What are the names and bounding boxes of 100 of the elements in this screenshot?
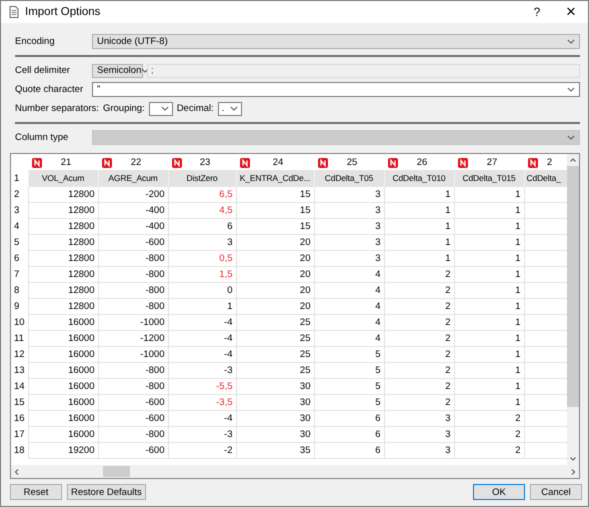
table-cell: 19200 xyxy=(28,442,98,458)
table-cell: 2 xyxy=(454,426,524,442)
table-cell: -600 xyxy=(98,394,168,410)
table-cell: 1 xyxy=(454,378,524,394)
column-index: 26 xyxy=(416,156,428,170)
table-cell: 1 xyxy=(454,362,524,378)
field-label: Quote character xyxy=(15,84,84,95)
scroll-down-icon[interactable] xyxy=(569,455,577,463)
table-cell: -400 xyxy=(98,218,168,234)
table-cell: 1 xyxy=(454,314,524,330)
table-cell: 25 xyxy=(236,314,314,330)
column-header: CdDelta_T010 xyxy=(384,170,454,186)
table-cell: 1 xyxy=(454,218,524,234)
table-cell: 1 xyxy=(454,186,524,202)
dialog-button[interactable]: OK xyxy=(473,484,525,500)
dialog-button[interactable]: Reset xyxy=(10,484,62,500)
column-header: CdDelta_ xyxy=(524,170,567,186)
table-cell: -600 xyxy=(98,410,168,426)
dialog-button[interactable]: Restore Defaults xyxy=(67,484,146,500)
table-cell: 3 xyxy=(314,218,384,234)
grouping-dropdown[interactable] xyxy=(148,102,173,116)
quote-dropdown[interactable]: " xyxy=(92,82,580,97)
table-cell: 35 xyxy=(236,442,314,458)
table-cell: 1 xyxy=(454,298,524,314)
numeric-type-icon xyxy=(172,158,182,168)
table-cell: 4 xyxy=(314,330,384,346)
column-index: 23 xyxy=(198,156,210,170)
table-cell: 20 xyxy=(236,282,314,298)
chevron-down-icon xyxy=(567,87,575,92)
table-cell: 3 xyxy=(384,410,454,426)
table-cell: 3 xyxy=(314,234,384,250)
table-cell: 4,5 xyxy=(168,202,236,218)
table-cell: 30 xyxy=(236,394,314,410)
table-cell: 5 xyxy=(314,378,384,394)
dialog-button[interactable]: Cancel xyxy=(530,484,582,500)
table-cell: 20 xyxy=(236,298,314,314)
row-number: 3 xyxy=(11,202,28,218)
chevron-down-icon xyxy=(567,135,575,140)
column-index: 27 xyxy=(486,156,498,170)
row-number: 6 xyxy=(11,250,28,266)
scroll-left-icon[interactable] xyxy=(13,468,21,476)
table-cell: 12800 xyxy=(28,266,98,282)
table-cell: 30 xyxy=(236,378,314,394)
scroll-right-icon[interactable] xyxy=(569,468,577,476)
table-cell: 15 xyxy=(236,202,314,218)
numeric-type-icon xyxy=(458,158,468,168)
table-cell: -800 xyxy=(98,298,168,314)
field-label: Grouping: xyxy=(102,103,145,114)
table-cell: 20 xyxy=(236,234,314,250)
encoding-dropdown[interactable]: Unicode (UTF-8) xyxy=(92,34,580,49)
numeric-type-icon xyxy=(528,158,538,168)
delimiter-field[interactable]: ; xyxy=(147,64,580,78)
row-number: 4 xyxy=(11,218,28,234)
scroll-up-icon[interactable] xyxy=(569,156,577,164)
window-title: Import Options xyxy=(25,6,100,18)
table-cell: 15 xyxy=(236,218,314,234)
table-cell: 1 xyxy=(168,298,236,314)
table-cell: -800 xyxy=(98,426,168,442)
numeric-type-icon xyxy=(318,158,328,168)
table-cell: 1 xyxy=(454,250,524,266)
table-cell: -1000 xyxy=(98,346,168,362)
table-cell: 3 xyxy=(314,250,384,266)
table-cell: 1 xyxy=(454,330,524,346)
table-cell: -1000 xyxy=(98,314,168,330)
table-cell: 16000 xyxy=(28,346,98,362)
table-cell: 25 xyxy=(236,346,314,362)
scrollbar-thumb[interactable] xyxy=(103,466,130,477)
table-cell: 6,5 xyxy=(168,186,236,202)
table-cell: 16000 xyxy=(28,426,98,442)
table-cell: 4 xyxy=(314,282,384,298)
table-cell: 20 xyxy=(236,250,314,266)
table-cell: 12800 xyxy=(28,218,98,234)
column-index: 25 xyxy=(346,156,358,170)
table-cell: 20 xyxy=(236,266,314,282)
decimal-dropdown[interactable]: . xyxy=(218,102,242,116)
table-cell: 1 xyxy=(384,186,454,202)
table-cell: 1 xyxy=(454,282,524,298)
table-cell: 12800 xyxy=(28,234,98,250)
table-cell: 1,5 xyxy=(168,266,236,282)
table-cell: 1 xyxy=(454,234,524,250)
field-label: Number separators: xyxy=(15,103,99,114)
column-index: 22 xyxy=(130,156,142,170)
scrollbar-thumb[interactable] xyxy=(567,166,579,408)
table-cell: 12800 xyxy=(28,202,98,218)
table-cell: -4 xyxy=(168,314,236,330)
help-button[interactable]: ? xyxy=(520,1,554,23)
row-number: 5 xyxy=(11,234,28,250)
table-cell: 1 xyxy=(454,394,524,410)
numeric-type-icon xyxy=(32,158,42,168)
table-cell: 15 xyxy=(236,186,314,202)
table-cell: -800 xyxy=(98,282,168,298)
table-cell: 1 xyxy=(454,202,524,218)
table-cell: -3 xyxy=(168,362,236,378)
table-cell: 2 xyxy=(384,282,454,298)
table-cell: 1 xyxy=(454,346,524,362)
column-header: K_ENTRA_CdDe... xyxy=(236,170,314,186)
close-button[interactable]: × xyxy=(554,1,588,23)
table-cell: -1200 xyxy=(98,330,168,346)
table-cell: 3 xyxy=(168,234,236,250)
column-header: DistZero xyxy=(168,170,236,186)
